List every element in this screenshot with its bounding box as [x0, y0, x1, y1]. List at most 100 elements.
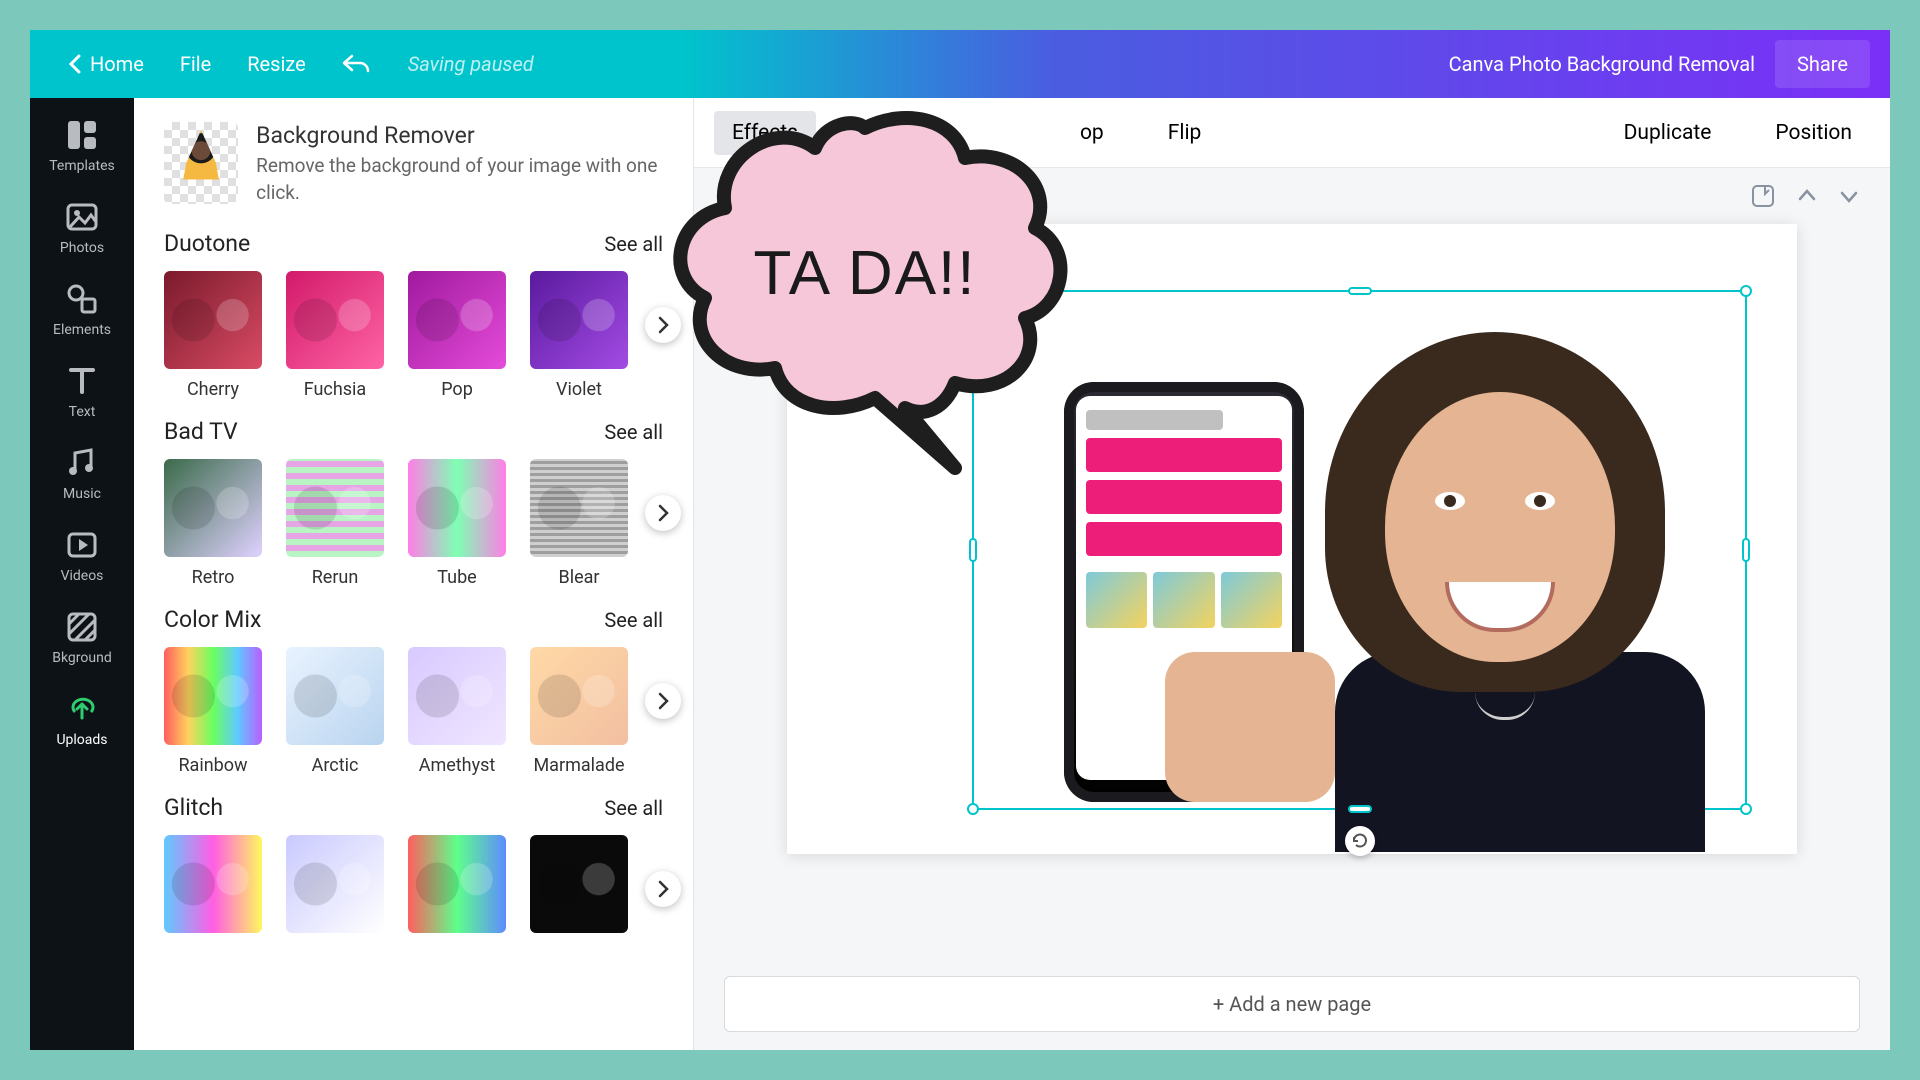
filter-thumb	[164, 647, 262, 745]
canvas-area: Effects op Flip Duplicate Position	[694, 98, 1890, 1050]
filter-label: Marmalade	[533, 755, 624, 776]
elements-icon	[65, 282, 99, 316]
canvas-stage[interactable]	[694, 224, 1890, 958]
document-title[interactable]: Canva Photo Background Removal	[1429, 52, 1775, 76]
app-window: Home File Resize Saving paused Canva Pho…	[30, 30, 1890, 1050]
resize-handle-tl[interactable]	[967, 285, 979, 297]
resize-handle-ml[interactable]	[969, 538, 977, 562]
music-icon	[65, 446, 99, 480]
duplicate-button[interactable]: Duplicate	[1606, 111, 1730, 155]
see-all-link[interactable]: See all	[604, 420, 663, 444]
carousel-next-button[interactable]	[645, 495, 681, 531]
filter-thumbs-row: Rainbow Arctic Amethyst Marmalade	[164, 647, 663, 776]
videos-icon	[65, 528, 99, 562]
filter-Pop[interactable]: Pop	[408, 271, 506, 400]
carousel-next-button[interactable]	[645, 683, 681, 719]
filter-thumb	[286, 647, 384, 745]
background-icon	[65, 610, 99, 644]
resize-handle-tm[interactable]	[1348, 287, 1372, 295]
chevron-right-icon	[656, 880, 670, 898]
filter-Amethyst[interactable]: Amethyst	[408, 647, 506, 776]
filter-Retro[interactable]: Retro	[164, 459, 262, 588]
crop-button[interactable]: op	[1062, 111, 1122, 155]
sidebar-item-videos[interactable]: Videos	[30, 516, 134, 598]
sidebar-item-uploads[interactable]: Uploads	[30, 680, 134, 762]
see-all-link[interactable]: See all	[604, 796, 663, 820]
home-button[interactable]: Home	[50, 44, 162, 84]
see-all-link[interactable]: See all	[604, 232, 663, 256]
resize-handle-mr[interactable]	[1742, 538, 1750, 562]
page-up-icon[interactable]	[1796, 185, 1818, 207]
filter-Marmalade[interactable]: Marmalade	[530, 647, 628, 776]
person-graphic	[1265, 332, 1735, 802]
sidebar-item-label: Templates	[49, 158, 115, 174]
filter-item[interactable]	[408, 835, 506, 943]
resize-handle-br[interactable]	[1740, 803, 1752, 815]
carousel-next-button[interactable]	[645, 307, 681, 343]
sidebar-item-label: Music	[63, 486, 101, 502]
resize-menu[interactable]: Resize	[229, 44, 324, 84]
effects-label: Effects	[732, 121, 798, 145]
filter-Arctic[interactable]: Arctic	[286, 647, 384, 776]
add-page-button[interactable]: + Add a new page	[724, 976, 1860, 1032]
page-1[interactable]	[787, 224, 1797, 854]
selected-element[interactable]	[972, 290, 1747, 810]
undo-icon	[342, 52, 370, 76]
sidebar-item-templates[interactable]: Templates	[30, 106, 134, 188]
filter-thumb	[286, 459, 384, 557]
uploads-icon	[65, 692, 99, 726]
resize-handle-tr[interactable]	[1740, 285, 1752, 297]
bg-remover-desc: Remove the background of your image with…	[256, 153, 663, 206]
sidebar-item-elements[interactable]: Elements	[30, 270, 134, 352]
section-title: Glitch	[164, 794, 223, 821]
resize-handle-bm[interactable]	[1348, 805, 1372, 813]
resize-handle-bl[interactable]	[967, 803, 979, 815]
bg-remover-option[interactable]: Background Remover Remove the background…	[164, 122, 663, 206]
filter-Fuchsia[interactable]: Fuchsia	[286, 271, 384, 400]
sidebar-item-photos[interactable]: Photos	[30, 188, 134, 270]
notes-icon[interactable]	[1750, 183, 1776, 209]
flip-button[interactable]: Flip	[1150, 111, 1220, 155]
filter-Cherry[interactable]: Cherry	[164, 271, 262, 400]
photos-icon	[65, 200, 99, 234]
filter-item[interactable]	[164, 835, 262, 943]
effects-button[interactable]: Effects	[714, 111, 816, 155]
share-button[interactable]: Share	[1775, 40, 1870, 88]
filter-label: Blear	[558, 567, 599, 588]
see-all-link[interactable]: See all	[604, 608, 663, 632]
filter-label: Pop	[441, 379, 473, 400]
filter-Violet[interactable]: Violet	[530, 271, 628, 400]
position-button[interactable]: Position	[1757, 111, 1870, 155]
carousel-next-button[interactable]	[645, 871, 681, 907]
filter-label: Arctic	[312, 755, 359, 776]
filter-item[interactable]	[530, 835, 628, 943]
filter-thumb	[408, 271, 506, 369]
sidebar-item-label: Elements	[53, 322, 111, 338]
file-label: File	[180, 52, 211, 76]
bg-remover-thumb	[164, 122, 238, 204]
filter-label: Violet	[556, 379, 602, 400]
undo-button[interactable]	[324, 44, 388, 84]
sidebar-item-background[interactable]: Bkground	[30, 598, 134, 680]
filter-Blear[interactable]: Blear	[530, 459, 628, 588]
filter-Tube[interactable]: Tube	[408, 459, 506, 588]
filter-thumb	[286, 271, 384, 369]
sidebar-item-music[interactable]: Music	[30, 434, 134, 516]
filter-label: Rerun	[312, 567, 359, 588]
add-page-label: + Add a new page	[1213, 992, 1371, 1016]
rotate-handle[interactable]	[1345, 826, 1375, 856]
page-down-icon[interactable]	[1838, 185, 1860, 207]
section-title: Duotone	[164, 230, 250, 257]
filter-thumb	[286, 835, 384, 933]
section-title: Color Mix	[164, 606, 261, 633]
filter-thumb	[408, 647, 506, 745]
filter-thumbs-row	[164, 835, 663, 943]
filter-Rerun[interactable]: Rerun	[286, 459, 384, 588]
filter-Rainbow[interactable]: Rainbow	[164, 647, 262, 776]
filter-item[interactable]	[286, 835, 384, 943]
file-menu[interactable]: File	[162, 44, 229, 84]
filter-thumb	[408, 459, 506, 557]
sidebar-item-label: Photos	[60, 240, 104, 256]
sidebar-item-text[interactable]: Text	[30, 352, 134, 434]
sidebar-item-label: Text	[69, 404, 96, 420]
